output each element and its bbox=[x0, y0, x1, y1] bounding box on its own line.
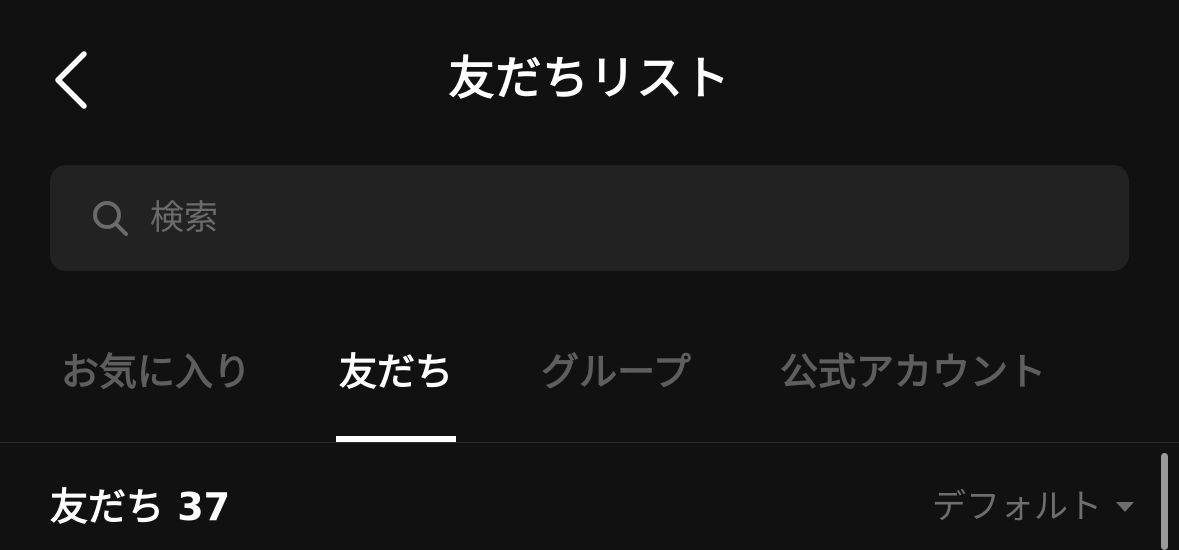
tab-groups[interactable]: グループ bbox=[536, 342, 696, 402]
scrollbar[interactable] bbox=[1161, 453, 1168, 550]
header: 友だちリスト bbox=[0, 0, 1179, 150]
tab-friends[interactable]: 友だち bbox=[336, 342, 456, 402]
sort-dropdown[interactable]: デフォルト bbox=[932, 482, 1134, 532]
sort-label: デフォルト bbox=[932, 487, 1102, 527]
search-bar[interactable] bbox=[50, 165, 1129, 271]
tab-favorites[interactable]: お気に入り bbox=[58, 342, 254, 402]
tab-divider bbox=[0, 442, 1179, 443]
tab-official-accounts[interactable]: 公式アカウント bbox=[776, 342, 1050, 402]
page-title: 友だちリスト bbox=[448, 51, 731, 105]
friends-list-screen: 友だちリスト お気に入り 友だち グループ 公式アカウント 友だち 37 デフォ… bbox=[0, 0, 1179, 550]
tab-bar: お気に入り 友だち グループ 公式アカウント bbox=[0, 330, 1179, 442]
search-icon bbox=[90, 198, 130, 238]
caret-down-icon bbox=[1116, 502, 1134, 512]
friends-count-heading: 友だち 37 bbox=[50, 485, 231, 529]
search-input[interactable] bbox=[150, 198, 1050, 238]
